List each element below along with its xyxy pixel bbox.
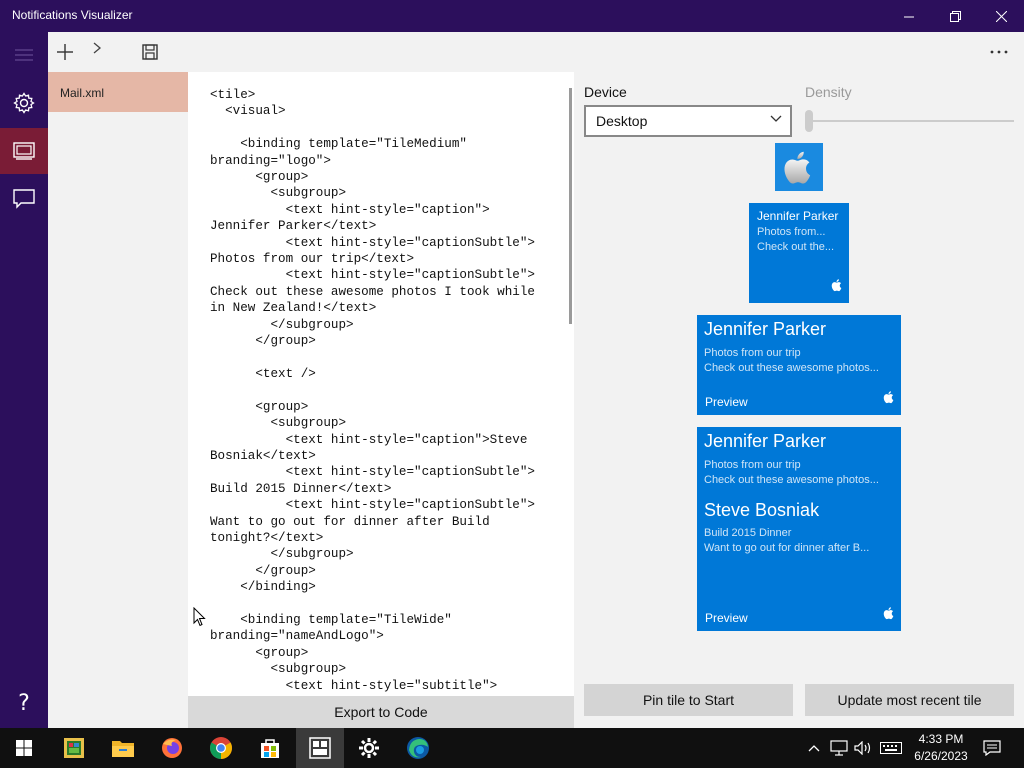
taskbar-clock[interactable]: 4:33 PM 6/26/2023 <box>908 731 974 765</box>
settings-gear-icon <box>359 738 379 758</box>
taskbar-settings[interactable] <box>345 728 393 768</box>
tile-large-line1: Photos from our trip <box>704 459 801 471</box>
tiles-app-icon <box>309 737 331 759</box>
folder-icon <box>112 741 134 757</box>
tile-medium-line2: Check out the... <box>757 241 835 253</box>
density-label: Density <box>805 84 852 100</box>
apple-logo-icon <box>882 390 894 409</box>
save-button[interactable] <box>135 38 165 66</box>
device-select[interactable]: Desktop <box>584 105 792 137</box>
clock-time: 4:33 PM <box>918 732 964 746</box>
touch-keyboard-button[interactable] <box>879 738 903 758</box>
apple-logo-icon <box>830 278 842 297</box>
tile-small <box>775 143 823 191</box>
store-icon <box>261 739 279 758</box>
hamburger-icon <box>15 49 33 61</box>
apple-logo-icon <box>882 606 894 625</box>
firefox-icon <box>162 738 182 758</box>
update-tile-button[interactable]: Update most recent tile <box>805 684 1014 716</box>
pin-tile-button[interactable]: Pin tile to Start <box>584 684 793 716</box>
code-text[interactable]: <tile> <visual> <binding template="TileM… <box>210 87 550 694</box>
chevron-right-icon <box>93 42 102 54</box>
clock-date: 6/26/2023 <box>914 749 968 763</box>
add-button[interactable] <box>50 38 80 66</box>
save-icon <box>142 44 158 60</box>
editor-scrollbar[interactable] <box>569 88 572 324</box>
taskbar-file-explorer[interactable] <box>99 728 147 768</box>
tile-wide-title: Jennifer Parker <box>704 319 827 339</box>
chrome-icon <box>210 737 232 759</box>
help-button[interactable]: ? <box>0 680 48 726</box>
taskbar-app-photos[interactable] <box>50 728 98 768</box>
restore-button[interactable] <box>932 0 978 32</box>
tile-large-line2: Check out these awesome photos... <box>704 474 879 486</box>
nav-toasts[interactable] <box>0 176 48 222</box>
tile-medium: Jennifer Parker Photos from... Check out… <box>749 203 849 303</box>
taskbar-edge[interactable] <box>394 728 442 768</box>
action-center-button[interactable] <box>982 738 1002 758</box>
density-slider[interactable] <box>808 120 1014 122</box>
tile-medium-title: Jennifer Parker <box>757 209 839 223</box>
tile-large-title-2: Steve Bosniak <box>704 500 820 520</box>
mouse-cursor-icon <box>193 607 206 627</box>
notification-icon <box>983 740 1001 756</box>
gear-icon <box>13 92 35 114</box>
keyboard-icon <box>880 742 902 754</box>
export-to-code-button[interactable]: Export to Code <box>188 696 574 728</box>
minimize-button[interactable] <box>886 0 932 32</box>
volume-icon <box>854 741 871 755</box>
more-icon <box>990 50 1008 54</box>
chevron-up-icon <box>808 745 820 752</box>
restore-icon <box>949 10 961 22</box>
file-list: Mail.xml <box>48 72 188 728</box>
left-nav: ? <box>0 32 48 728</box>
tile-wide-preview-label: Preview <box>705 395 748 409</box>
windows-logo-icon <box>16 740 32 756</box>
hamburger-button[interactable] <box>0 32 48 78</box>
title-bar: Notifications Visualizer <box>0 0 1024 32</box>
tile-large: Jennifer Parker Photos from our trip Che… <box>697 427 901 631</box>
device-select-value: Desktop <box>596 113 648 129</box>
plus-icon <box>57 44 73 60</box>
more-button[interactable] <box>984 38 1014 66</box>
tile-wide-line1: Photos from our trip <box>704 347 801 359</box>
minimize-icon <box>903 16 914 17</box>
tile-large-line4: Want to go out for dinner after B... <box>704 542 870 554</box>
xml-editor[interactable]: <tile> <visual> <binding template="TileM… <box>188 72 574 696</box>
close-button[interactable] <box>978 0 1024 32</box>
tiles-icon <box>13 142 35 160</box>
edge-icon <box>407 737 429 759</box>
tile-wide: Jennifer Parker Photos from our trip Che… <box>697 315 901 415</box>
show-hidden-icons-button[interactable] <box>804 738 824 758</box>
tile-wide-line2: Check out these awesome photos... <box>704 362 879 374</box>
nav-tiles[interactable] <box>0 128 48 174</box>
file-item[interactable]: Mail.xml <box>48 72 188 112</box>
apple-logo-icon <box>784 151 811 184</box>
volume-button[interactable] <box>853 738 873 758</box>
network-icon <box>830 740 848 756</box>
window-title: Notifications Visualizer <box>12 8 133 22</box>
start-button[interactable] <box>0 728 48 768</box>
network-button[interactable] <box>829 738 849 758</box>
taskbar-store[interactable] <box>246 728 294 768</box>
close-icon <box>995 10 1007 22</box>
message-icon <box>13 189 35 209</box>
photo-gallery-icon <box>64 738 84 758</box>
forward-button[interactable] <box>82 34 112 62</box>
device-label: Device <box>584 84 627 100</box>
chevron-down-icon <box>770 112 782 126</box>
tile-large-title-1: Jennifer Parker <box>704 431 827 451</box>
tile-large-preview-label: Preview <box>705 611 748 625</box>
help-icon: ? <box>18 690 30 716</box>
taskbar-chrome[interactable] <box>197 728 245 768</box>
taskbar-notifications-visualizer[interactable] <box>296 728 344 768</box>
nav-settings[interactable] <box>0 80 48 126</box>
density-slider-thumb[interactable] <box>805 110 813 132</box>
tile-large-line3: Build 2015 Dinner <box>704 527 792 539</box>
taskbar-firefox[interactable] <box>148 728 196 768</box>
taskbar: 4:33 PM 6/26/2023 <box>0 728 1024 768</box>
tile-medium-line1: Photos from... <box>757 226 826 238</box>
toolbar <box>48 32 1024 72</box>
